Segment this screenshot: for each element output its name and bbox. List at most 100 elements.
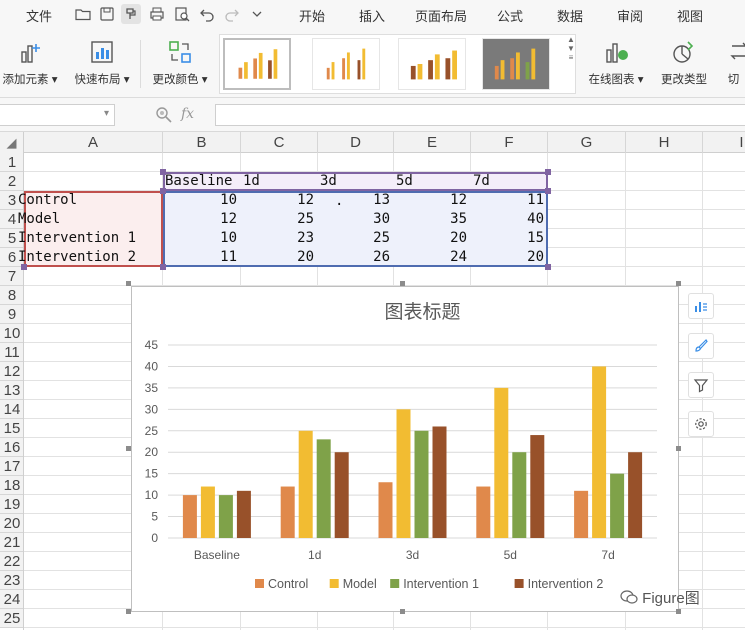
row-header[interactable]: 2 — [0, 172, 24, 191]
chart-resize-handle[interactable] — [676, 446, 681, 451]
menu-view[interactable]: 视图 — [677, 6, 703, 25]
zoom-search-icon[interactable] — [155, 106, 173, 124]
redo-icon[interactable] — [222, 4, 242, 24]
value-cell[interactable]: 11 — [471, 191, 548, 210]
select-all-corner-icon[interactable]: ◢ — [0, 132, 24, 153]
format-painter-icon[interactable] — [121, 4, 141, 24]
row-header[interactable]: 21 — [0, 533, 24, 552]
chart-resize-handle[interactable] — [126, 281, 131, 286]
menu-review[interactable]: 审阅 — [617, 6, 643, 25]
row-header[interactable]: 25 — [0, 609, 24, 628]
row-header[interactable]: 13 — [0, 381, 24, 400]
column-header[interactable]: F — [471, 132, 548, 153]
value-cell[interactable]: 10 — [163, 191, 241, 210]
chart-resize-handle[interactable] — [400, 281, 405, 286]
column-header[interactable]: D — [318, 132, 394, 153]
row-header[interactable]: 12 — [0, 362, 24, 381]
row-label-cell[interactable]: Control — [16, 191, 163, 210]
undo-icon[interactable] — [197, 4, 217, 24]
chart-resize-handle[interactable] — [676, 281, 681, 286]
row-header[interactable]: 1 — [0, 153, 24, 172]
table-header-cell[interactable]: 1d — [241, 172, 318, 191]
chevron-down-icon[interactable]: ▾ — [104, 108, 109, 119]
row-header[interactable]: 20 — [0, 514, 24, 533]
value-cell[interactable]: 11 — [163, 248, 241, 267]
row-header[interactable]: 23 — [0, 571, 24, 590]
customize-dropdown-icon[interactable] — [247, 4, 267, 24]
chart-settings-button[interactable] — [688, 411, 714, 437]
row-header[interactable]: 15 — [0, 419, 24, 438]
menu-page-layout[interactable]: 页面布局 — [415, 6, 467, 25]
row-header[interactable]: 14 — [0, 400, 24, 419]
save-icon[interactable] — [97, 4, 117, 24]
table-header-cell[interactable]: 5d — [394, 172, 471, 191]
column-header[interactable]: E — [394, 132, 471, 153]
chart-object[interactable]: 图表标题 0 5 10 15 20 25 30 35 40 45 Baseline 1d 3d 5d 7d Co… — [131, 286, 679, 612]
menu-formulas[interactable]: 公式 — [497, 6, 523, 25]
value-cell[interactable]: 35 — [394, 210, 471, 229]
formula-input[interactable] — [215, 104, 745, 126]
column-header[interactable]: G — [548, 132, 626, 153]
row-header[interactable]: 11 — [0, 343, 24, 362]
switch-row-column-button[interactable]: 切 — [722, 32, 745, 88]
row-header[interactable]: 18 — [0, 476, 24, 495]
chart-elements-button[interactable] — [688, 293, 714, 319]
value-cell[interactable]: 25 — [241, 210, 318, 229]
row-header[interactable]: 8 — [0, 286, 24, 305]
table-header-cell[interactable]: 7d — [471, 172, 548, 191]
change-type-button[interactable]: 更改类型 — [656, 32, 712, 88]
value-cell[interactable]: 24 — [394, 248, 471, 267]
value-cell[interactable]: 20 — [394, 229, 471, 248]
table-header-cell[interactable]: 3d — [318, 172, 394, 191]
change-color-button[interactable]: 更改颜色 ▾ — [148, 32, 212, 88]
row-label-cell[interactable]: Intervention 2 — [16, 248, 163, 267]
row-header[interactable]: 24 — [0, 590, 24, 609]
add-element-button[interactable]: 添加元素 ▾ — [0, 32, 60, 88]
row-header[interactable]: 19 — [0, 495, 24, 514]
table-header-cell[interactable]: Baseline — [163, 172, 241, 191]
row-header[interactable]: 16 — [0, 438, 24, 457]
menu-data[interactable]: 数据 — [557, 6, 583, 25]
row-header[interactable]: 17 — [0, 457, 24, 476]
row-header[interactable]: 10 — [0, 324, 24, 343]
gallery-scroll-control[interactable]: ▲ ▼ ≡ — [566, 35, 576, 95]
name-box[interactable]: ▾ — [0, 104, 115, 126]
menu-home[interactable]: 开始 — [299, 6, 325, 25]
open-folder-icon[interactable] — [73, 4, 93, 24]
menu-file[interactable]: 文件 — [26, 6, 52, 25]
chart-style-thumbnail[interactable] — [482, 38, 550, 90]
chart-resize-handle[interactable] — [126, 446, 131, 451]
print-icon[interactable] — [147, 4, 167, 24]
row-label-cell[interactable]: Intervention 1 — [16, 229, 163, 248]
print-preview-icon[interactable] — [172, 4, 192, 24]
chart-resize-handle[interactable] — [676, 609, 681, 614]
menu-insert[interactable]: 插入 — [359, 6, 385, 25]
row-label-cell[interactable]: Model — [16, 210, 163, 229]
value-cell[interactable]: 40 — [471, 210, 548, 229]
column-header[interactable]: I — [703, 132, 745, 153]
column-header[interactable]: B — [163, 132, 241, 153]
chart-style-thumbnail[interactable] — [398, 38, 466, 90]
value-cell[interactable]: 12 — [163, 210, 241, 229]
chart-style-thumbnail[interactable] — [223, 38, 291, 90]
value-cell[interactable]: 10 — [163, 229, 241, 248]
value-cell[interactable]: 25 — [318, 229, 394, 248]
online-chart-button[interactable]: 在线图表 ▾ — [584, 32, 648, 88]
value-cell[interactable]: 23 — [241, 229, 318, 248]
column-header[interactable]: H — [626, 132, 703, 153]
value-cell[interactable]: 26 — [318, 248, 394, 267]
chart-resize-handle[interactable] — [400, 609, 405, 614]
value-cell[interactable]: 12 — [394, 191, 471, 210]
value-cell[interactable]: 20 — [471, 248, 548, 267]
chart-style-thumbnail[interactable] — [312, 38, 380, 90]
value-cell[interactable]: 13 — [318, 191, 394, 210]
row-header[interactable]: 22 — [0, 552, 24, 571]
value-cell[interactable]: 15 — [471, 229, 548, 248]
column-header[interactable]: C — [241, 132, 318, 153]
quick-layout-button[interactable]: 快速布局 ▾ — [72, 32, 132, 88]
value-cell[interactable]: 12 — [241, 191, 318, 210]
value-cell[interactable]: 20 — [241, 248, 318, 267]
chart-style-button[interactable] — [688, 333, 714, 359]
value-cell[interactable]: 30 — [318, 210, 394, 229]
row-header[interactable]: 9 — [0, 305, 24, 324]
